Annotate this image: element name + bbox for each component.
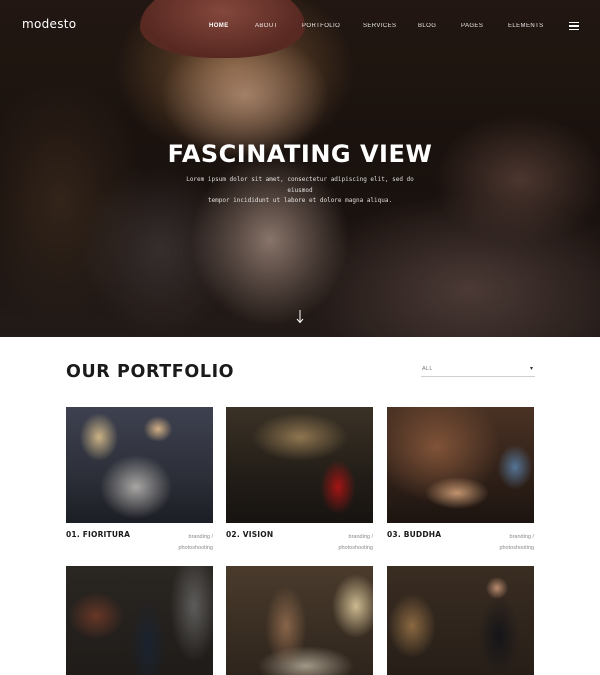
- portfolio-card-tags: branding / photoshooting: [464, 532, 534, 554]
- portfolio-thumbnail[interactable]: [66, 407, 213, 523]
- portfolio-tag[interactable]: photoshooting: [178, 545, 213, 551]
- portfolio-thumbnail[interactable]: [387, 566, 534, 675]
- portfolio-card-tags: branding / photoshooting: [303, 532, 373, 554]
- hero-subtitle-line1: Lorem ipsum dolor sit amet, consectetur …: [186, 176, 414, 194]
- hero-subtitle-line2: tempor incididunt ut labore et dolore ma…: [207, 197, 393, 204]
- portfolio-tag[interactable]: photoshooting: [499, 545, 534, 551]
- portfolio-card-title[interactable]: 01. FIORITURA: [66, 530, 130, 539]
- nav-item-services[interactable]: SERVICES: [363, 23, 396, 29]
- nav-item-portfolio[interactable]: PORTFOLIO: [302, 23, 340, 29]
- main-menu: HOME ABOUT PORTFOLIO SERVICES BLOG PAGES…: [0, 23, 600, 33]
- portfolio-thumbnail[interactable]: [387, 407, 534, 523]
- nav-item-home[interactable]: HOME: [209, 23, 229, 29]
- portfolio-thumbnail[interactable]: [66, 566, 213, 675]
- portfolio-card-title[interactable]: 03. BUDDHA: [387, 530, 441, 539]
- filter-selected-value: ALL: [422, 366, 433, 372]
- nav-item-about[interactable]: ABOUT: [255, 23, 278, 29]
- portfolio-card-title[interactable]: 02. VISION: [226, 530, 273, 539]
- portfolio-tag[interactable]: photoshooting: [338, 545, 373, 551]
- portfolio-thumbnail[interactable]: [226, 566, 373, 675]
- hamburger-icon[interactable]: [569, 22, 579, 30]
- portfolio-tag[interactable]: branding /: [189, 534, 213, 540]
- portfolio-thumbnail[interactable]: [226, 407, 373, 523]
- top-navigation: modesto HOME ABOUT PORTFOLIO SERVICES BL…: [0, 0, 600, 52]
- portfolio-card-tags: branding / photoshooting: [143, 532, 213, 554]
- portfolio-tag[interactable]: branding /: [349, 534, 373, 540]
- arrow-down-icon[interactable]: [295, 310, 305, 324]
- caret-down-icon: ▾: [529, 366, 533, 372]
- portfolio-filter-select[interactable]: ALL ▾: [421, 365, 535, 377]
- hero-subtitle: Lorem ipsum dolor sit amet, consectetur …: [180, 175, 420, 207]
- nav-item-blog[interactable]: BLOG: [418, 23, 436, 29]
- portfolio-title: OUR PORTFOLIO: [66, 362, 235, 382]
- nav-item-pages[interactable]: PAGES: [461, 23, 483, 29]
- hero-title: FASCINATING VIEW: [167, 140, 433, 168]
- hero-banner: modesto HOME ABOUT PORTFOLIO SERVICES BL…: [0, 0, 600, 337]
- nav-item-elements[interactable]: ELEMENTS: [508, 23, 544, 29]
- portfolio-tag[interactable]: branding /: [510, 534, 534, 540]
